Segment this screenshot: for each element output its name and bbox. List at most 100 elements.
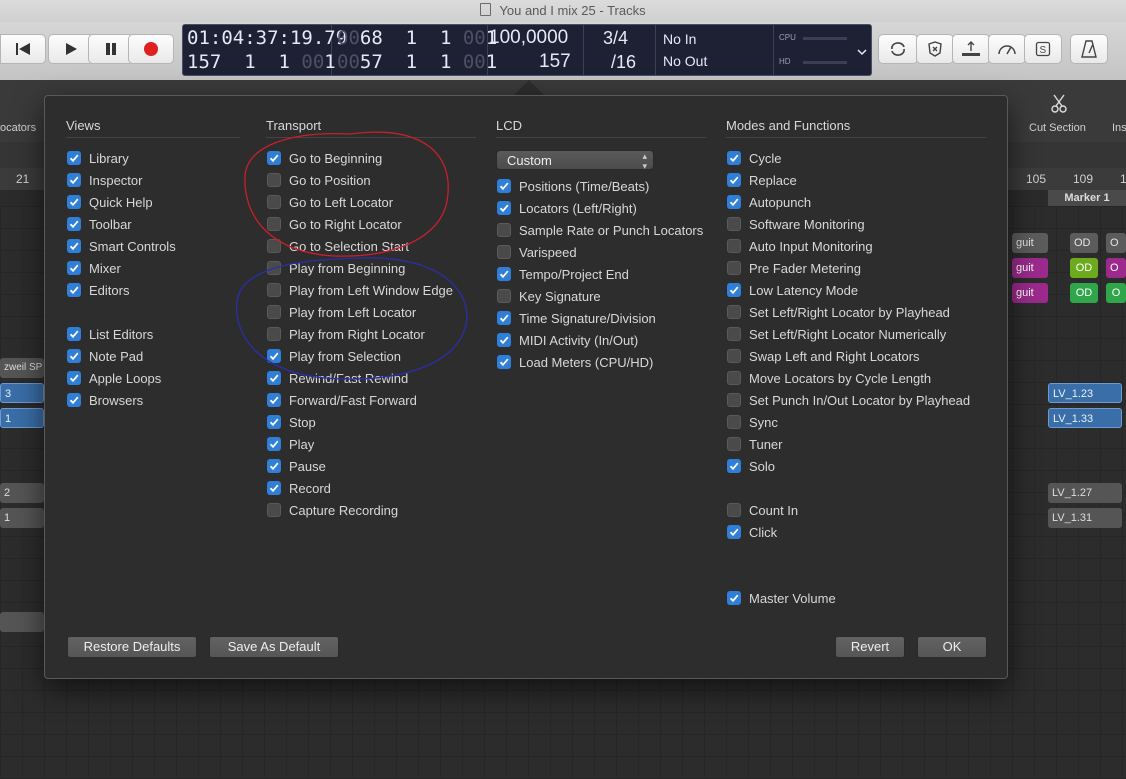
option-play-from-right-locator[interactable]: Play from Right Locator (267, 323, 425, 345)
option-go-to-selection-start[interactable]: Go to Selection Start (267, 235, 409, 257)
option-mixer[interactable]: Mixer (67, 257, 121, 279)
option-forward-fast-forward[interactable]: Forward/Fast Forward (267, 389, 417, 411)
option-stop[interactable]: Stop (267, 411, 316, 433)
checkbox-checked[interactable] (267, 415, 281, 429)
cycle-button[interactable] (878, 34, 918, 64)
region-left-1b[interactable]: 1 (0, 508, 44, 528)
checkbox-unchecked[interactable] (267, 283, 281, 297)
option-set-punch-in-out-locator-by-playhead[interactable]: Set Punch In/Out Locator by Playhead (727, 389, 970, 411)
checkbox-checked[interactable] (267, 349, 281, 363)
region-lv-1-27[interactable]: LV_1.27 (1048, 483, 1122, 503)
checkbox-unchecked[interactable] (727, 261, 741, 275)
option-tuner[interactable]: Tuner (727, 433, 782, 455)
option-play-from-left-locator[interactable]: Play from Left Locator (267, 301, 416, 323)
autopunch-button[interactable] (952, 34, 990, 64)
region-left-3[interactable]: 3 (0, 383, 44, 403)
region-left-1[interactable]: 1 (0, 408, 44, 428)
checkbox-unchecked[interactable] (727, 415, 741, 429)
option-sync[interactable]: Sync (727, 411, 778, 433)
region-zweil[interactable]: zweil SP (0, 358, 44, 378)
checkbox-checked[interactable] (727, 151, 741, 165)
checkbox-unchecked[interactable] (727, 349, 741, 363)
checkbox-checked[interactable] (497, 267, 511, 281)
checkbox-checked[interactable] (267, 393, 281, 407)
option-software-monitoring[interactable]: Software Monitoring (727, 213, 865, 235)
checkbox-checked[interactable] (67, 393, 81, 407)
option-replace[interactable]: Replace (727, 169, 797, 191)
option-play-from-selection[interactable]: Play from Selection (267, 345, 401, 367)
option-varispeed[interactable]: Varispeed (497, 241, 577, 263)
checkbox-unchecked[interactable] (727, 217, 741, 231)
option-go-to-left-locator[interactable]: Go to Left Locator (267, 191, 393, 213)
option-pre-fader-metering[interactable]: Pre Fader Metering (727, 257, 861, 279)
checkbox-checked[interactable] (497, 355, 511, 369)
option-list-editors[interactable]: List Editors (67, 323, 153, 345)
checkbox-checked[interactable] (67, 173, 81, 187)
checkbox-unchecked[interactable] (267, 195, 281, 209)
record-button[interactable] (128, 34, 174, 64)
checkbox-unchecked[interactable] (727, 305, 741, 319)
checkbox-checked[interactable] (67, 349, 81, 363)
insert-label[interactable]: Ins (1112, 122, 1126, 134)
lcd-mode-select[interactable]: Custom ▴ ▾ (496, 150, 654, 171)
checkbox-checked[interactable] (67, 327, 81, 341)
option-move-locators-by-cycle-length[interactable]: Move Locators by Cycle Length (727, 367, 931, 389)
option-quick-help[interactable]: Quick Help (67, 191, 153, 213)
option-auto-input-monitoring[interactable]: Auto Input Monitoring (727, 235, 873, 257)
option-autopunch[interactable]: Autopunch (727, 191, 811, 213)
option-load-meters-cpu-hd[interactable]: Load Meters (CPU/HD) (497, 351, 653, 373)
region-o-1[interactable]: O (1106, 233, 1126, 253)
checkbox-checked[interactable] (497, 333, 511, 347)
option-go-to-beginning[interactable]: Go to Beginning (267, 147, 382, 169)
scissors-icon[interactable] (1050, 94, 1068, 119)
checkbox-checked[interactable] (267, 437, 281, 451)
option-browsers[interactable]: Browsers (67, 389, 143, 411)
checkbox-checked[interactable] (267, 151, 281, 165)
region-od-2[interactable]: OD (1070, 258, 1098, 278)
option-master-volume[interactable]: Master Volume (727, 587, 836, 609)
region-od-3[interactable]: OD (1070, 283, 1098, 303)
lcd-menu-chevron-icon[interactable] (857, 41, 867, 60)
option-tempo-project-end[interactable]: Tempo/Project End (497, 263, 629, 285)
option-go-to-position[interactable]: Go to Position (267, 169, 371, 191)
option-pause[interactable]: Pause (267, 455, 326, 477)
option-set-left-right-locator-by-playhead[interactable]: Set Left/Right Locator by Playhead (727, 301, 950, 323)
region-guit-3[interactable]: guit (1012, 283, 1048, 303)
checkbox-unchecked[interactable] (267, 305, 281, 319)
checkbox-unchecked[interactable] (267, 327, 281, 341)
option-cycle[interactable]: Cycle (727, 147, 782, 169)
checkbox-checked[interactable] (267, 371, 281, 385)
option-capture-recording[interactable]: Capture Recording (267, 499, 398, 521)
checkbox-unchecked[interactable] (497, 289, 511, 303)
checkbox-unchecked[interactable] (267, 503, 281, 517)
region-lv-1-33[interactable]: LV_1.33 (1048, 408, 1122, 428)
region-left-blank[interactable] (0, 612, 44, 632)
checkbox-checked[interactable] (267, 459, 281, 473)
rewind-button[interactable] (0, 34, 46, 64)
cut-section-label[interactable]: Cut Section (1029, 122, 1086, 134)
option-count-in[interactable]: Count In (727, 499, 798, 521)
checkbox-checked[interactable] (497, 179, 511, 193)
replace-button[interactable] (916, 34, 954, 64)
option-positions-time-beats[interactable]: Positions (Time/Beats) (497, 175, 649, 197)
checkbox-unchecked[interactable] (727, 503, 741, 517)
region-guit-1[interactable]: guit (1012, 233, 1048, 253)
option-smart-controls[interactable]: Smart Controls (67, 235, 176, 257)
option-sample-rate-or-punch-locators[interactable]: Sample Rate or Punch Locators (497, 219, 703, 241)
revert-button[interactable]: Revert (835, 636, 905, 658)
option-midi-activity-in-out[interactable]: MIDI Activity (In/Out) (497, 329, 638, 351)
option-click[interactable]: Click (727, 521, 777, 543)
option-go-to-right-locator[interactable]: Go to Right Locator (267, 213, 402, 235)
option-record[interactable]: Record (267, 477, 331, 499)
option-low-latency-mode[interactable]: Low Latency Mode (727, 279, 858, 301)
region-o-2[interactable]: O (1106, 258, 1126, 278)
checkbox-unchecked[interactable] (267, 261, 281, 275)
checkbox-checked[interactable] (67, 371, 81, 385)
option-editors[interactable]: Editors (67, 279, 129, 301)
option-solo[interactable]: Solo (727, 455, 775, 477)
low-latency-button[interactable] (988, 34, 1026, 64)
checkbox-unchecked[interactable] (497, 245, 511, 259)
option-play[interactable]: Play (267, 433, 314, 455)
checkbox-unchecked[interactable] (267, 173, 281, 187)
option-play-from-beginning[interactable]: Play from Beginning (267, 257, 405, 279)
